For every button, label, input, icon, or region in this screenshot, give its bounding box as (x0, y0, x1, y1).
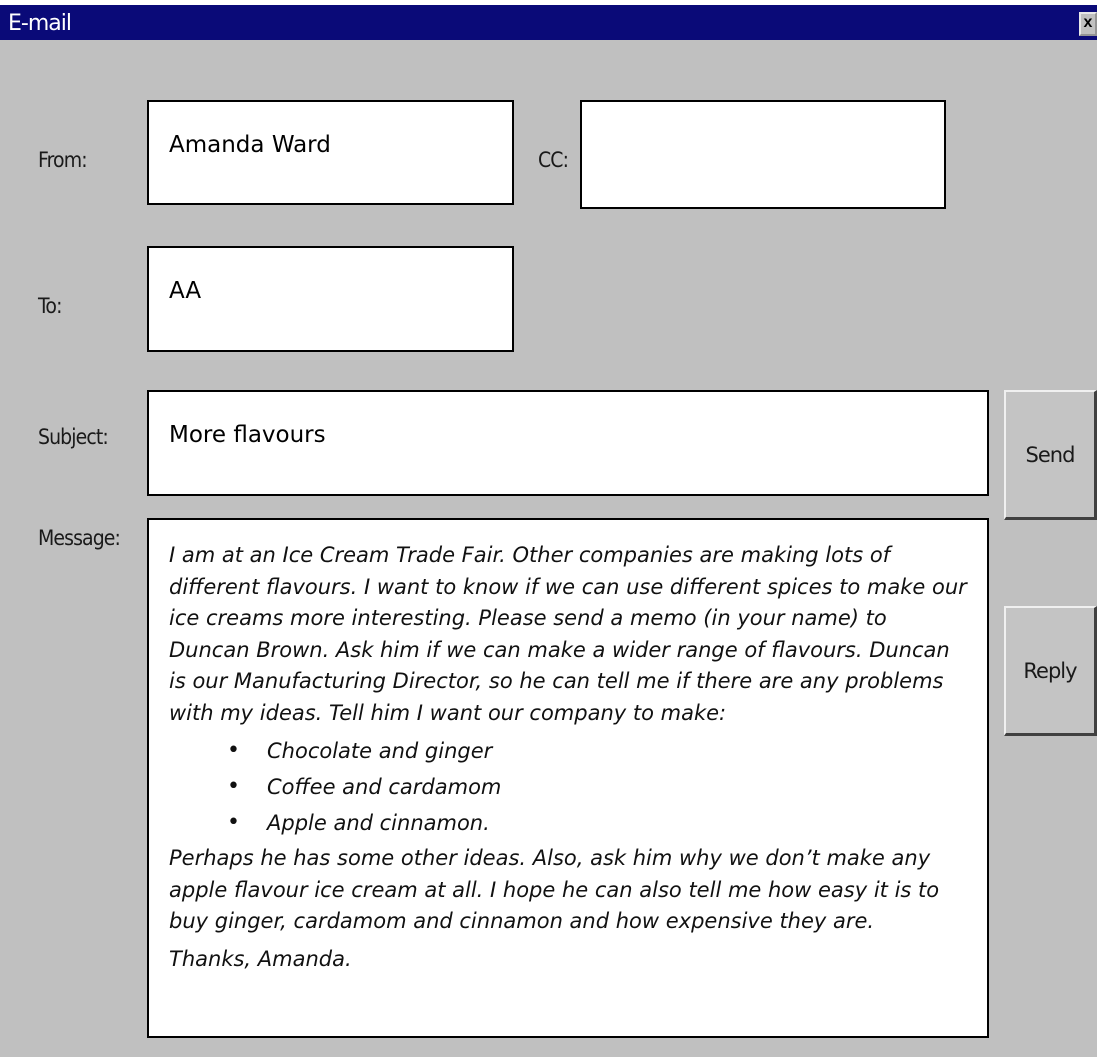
list-item: • Coffee and cardamom (169, 769, 969, 805)
message-signoff: Thanks, Amanda. (169, 946, 352, 971)
close-button[interactable]: x (1079, 12, 1097, 36)
list-item: • Apple and cinnamon. (169, 805, 969, 841)
list-item-text: Coffee and cardamom (267, 775, 502, 799)
bullet-icon: • (227, 738, 240, 763)
list-item-text: Apple and cinnamon. (267, 811, 490, 835)
subject-value: More flavours (169, 422, 326, 448)
window-title: E-mail (8, 11, 72, 36)
send-button[interactable]: Send (1004, 390, 1097, 520)
from-label: From: (38, 148, 88, 172)
cc-field[interactable] (580, 100, 946, 209)
list-item-text: Chocolate and ginger (267, 739, 493, 763)
list-item: • Chocolate and ginger (169, 733, 969, 769)
bullet-icon: • (227, 810, 240, 835)
flavour-list: • Chocolate and ginger • Coffee and cardam… (169, 733, 969, 841)
from-field[interactable]: Amanda Ward (147, 100, 514, 205)
to-field[interactable]: AA (147, 246, 514, 352)
message-outro: Perhaps he has some other ideas. Also, a… (169, 846, 940, 933)
subject-field[interactable]: More flavours (147, 390, 989, 496)
message-label: Message: (38, 526, 121, 550)
title-bar: E-mail x (0, 0, 1097, 40)
message-body[interactable]: I am at an Ice Cream Trade Fair. Other c… (147, 518, 989, 1038)
to-label: To: (38, 294, 62, 318)
from-value: Amanda Ward (169, 132, 331, 158)
reply-button[interactable]: Reply (1004, 606, 1097, 736)
subject-label: Subject: (38, 425, 109, 449)
cc-label: CC: (538, 148, 569, 172)
bullet-icon: • (227, 774, 240, 799)
to-value: AA (169, 278, 202, 304)
message-intro: I am at an Ice Cream Trade Fair. Other c… (169, 543, 967, 725)
